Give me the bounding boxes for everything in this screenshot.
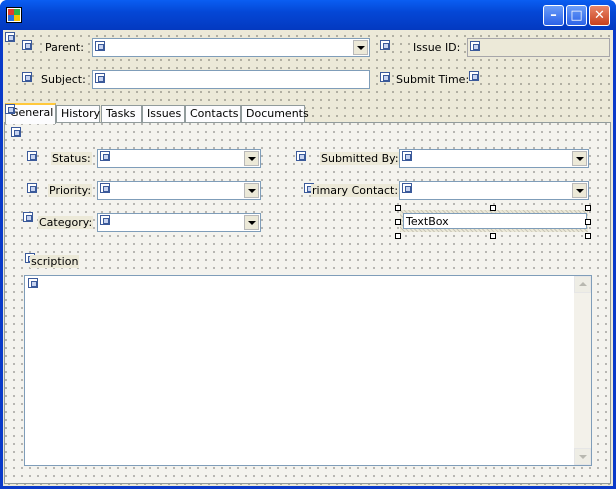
component-icon (100, 183, 110, 193)
description-label: scription (30, 255, 80, 268)
component-icon (95, 41, 105, 51)
component-icon[interactable] (380, 72, 390, 82)
category-label: Category: (38, 216, 94, 229)
tab-issues[interactable]: Issues (142, 105, 185, 123)
component-icon (100, 151, 110, 161)
chevron-down-icon[interactable] (572, 183, 587, 198)
resize-handle[interactable] (585, 205, 591, 211)
title-bar[interactable]: – □ ✕ (0, 0, 616, 30)
tab-documents[interactable]: Documents (241, 105, 309, 123)
resize-handle[interactable] (490, 233, 496, 239)
component-icon[interactable] (5, 32, 15, 42)
primary-contact-combobox[interactable] (399, 181, 589, 200)
component-icon (100, 215, 110, 225)
subject-label: Subject: (40, 73, 87, 86)
chevron-down-icon[interactable] (244, 183, 259, 198)
chevron-down-icon[interactable] (353, 40, 368, 55)
component-icon (95, 73, 105, 83)
submitted-by-label: Submitted By: (320, 152, 400, 165)
resize-handle[interactable] (585, 233, 591, 239)
issue-id-label: Issue ID: (412, 41, 462, 54)
category-combobox[interactable] (97, 213, 261, 232)
component-icon[interactable] (22, 72, 32, 82)
minimize-button[interactable]: – (543, 5, 564, 26)
subject-input[interactable] (92, 70, 370, 89)
priority-combobox[interactable] (97, 181, 261, 200)
description-textarea[interactable] (24, 275, 592, 466)
parent-label: Parent: (44, 41, 85, 54)
scroll-down-icon[interactable] (574, 448, 591, 465)
priority-label: Priority: (48, 184, 93, 197)
component-icon[interactable] (296, 151, 306, 161)
component-icon[interactable] (22, 40, 32, 50)
component-icon (402, 151, 412, 161)
status-combobox[interactable] (97, 149, 261, 168)
component-icon[interactable] (469, 71, 479, 81)
tab-strip: General History Tasks Issues Contacts Do… (3, 103, 613, 124)
component-icon[interactable] (27, 183, 37, 193)
submitted-by-combobox[interactable] (399, 149, 589, 168)
tab-tasks[interactable]: Tasks (101, 105, 142, 123)
form-designer-surface: Parent: Issue ID: Subject: Submit Time: … (3, 30, 613, 486)
maximize-button[interactable]: □ (566, 5, 587, 26)
component-icon[interactable] (5, 104, 15, 114)
parent-combobox[interactable] (92, 38, 370, 57)
resize-handle[interactable] (395, 205, 401, 211)
description-scrollbar[interactable] (574, 276, 591, 465)
resize-handle[interactable] (395, 233, 401, 239)
chevron-down-icon[interactable] (244, 215, 259, 230)
application-window: – □ ✕ Parent: Issue ID: Subject: Submit … (0, 0, 616, 489)
chevron-down-icon[interactable] (244, 151, 259, 166)
component-icon[interactable] (23, 212, 33, 222)
textbox-input[interactable]: TextBox (403, 213, 587, 229)
component-icon[interactable] (27, 151, 37, 161)
close-button[interactable]: ✕ (589, 5, 610, 26)
app-icon[interactable] (6, 7, 22, 23)
component-icon (28, 278, 38, 288)
component-icon (402, 183, 412, 193)
tab-contacts[interactable]: Contacts (185, 105, 241, 123)
chevron-down-icon[interactable] (572, 151, 587, 166)
primary-contact-label: rimary Contact: (311, 184, 400, 197)
component-icon[interactable] (380, 40, 390, 50)
issue-id-field[interactable] (467, 38, 610, 57)
resize-handle[interactable] (585, 219, 591, 225)
resize-handle[interactable] (395, 219, 401, 225)
resize-handle[interactable] (490, 205, 496, 211)
submit-time-label: Submit Time: (395, 73, 471, 86)
tab-history[interactable]: History (56, 105, 100, 123)
component-icon (470, 41, 480, 51)
component-icon[interactable] (11, 127, 21, 137)
scroll-up-icon[interactable] (574, 276, 591, 293)
status-label: Status: (51, 152, 92, 165)
